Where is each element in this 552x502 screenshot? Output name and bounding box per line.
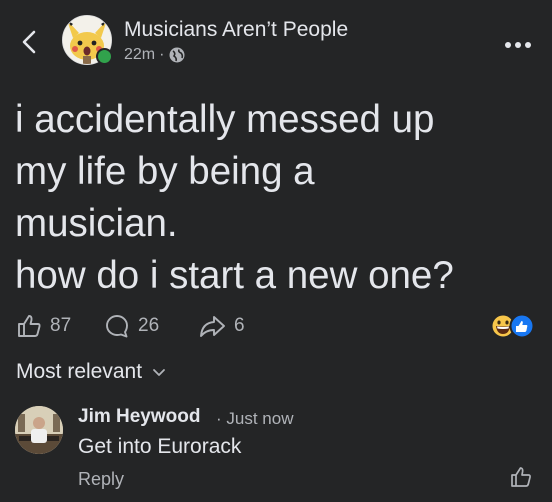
like-count: 87 (50, 315, 72, 336)
online-status-dot (96, 48, 113, 65)
sort-label: Most relevant (16, 360, 143, 383)
commenter-name[interactable]: Jim Heywood (78, 406, 200, 428)
back-button[interactable] (12, 24, 48, 60)
comment-time: · Just now (216, 409, 294, 428)
share-count: 6 (234, 315, 245, 336)
more-dots-icon (505, 42, 531, 48)
like-stat[interactable]: 87 (16, 313, 71, 339)
comment-sort-dropdown[interactable]: Most relevant (16, 360, 166, 384)
commenter-photo (15, 406, 63, 454)
reaction-summary[interactable] (491, 313, 535, 339)
thumbs-up-icon (18, 315, 41, 337)
comment-like-button[interactable] (510, 465, 532, 489)
post-time: 22m (124, 46, 156, 63)
meta-separator: · (159, 46, 165, 63)
more-options-button[interactable] (504, 36, 532, 48)
share-arrow-icon (200, 316, 225, 337)
like-reaction-icon (509, 313, 535, 339)
thumbs-up-icon (511, 467, 531, 487)
globe-icon (169, 47, 185, 63)
chevron-down-icon (153, 369, 165, 376)
post-meta: 22m · (124, 46, 186, 64)
comment-stat[interactable]: 26 (104, 313, 159, 339)
post-text: i accidentally messed up my life by bein… (15, 98, 454, 297)
group-name[interactable]: Musicians Aren’t People (124, 18, 348, 42)
reply-button[interactable]: Reply (78, 469, 124, 490)
group-avatar[interactable] (62, 15, 113, 65)
comment-bubble-icon (106, 315, 128, 338)
share-stat[interactable]: 6 (198, 313, 245, 339)
chevron-left-icon (22, 30, 36, 54)
comment-text: Get into Eurorack (78, 435, 242, 458)
commenter-avatar[interactable] (15, 406, 63, 454)
comment-count: 26 (138, 315, 160, 336)
